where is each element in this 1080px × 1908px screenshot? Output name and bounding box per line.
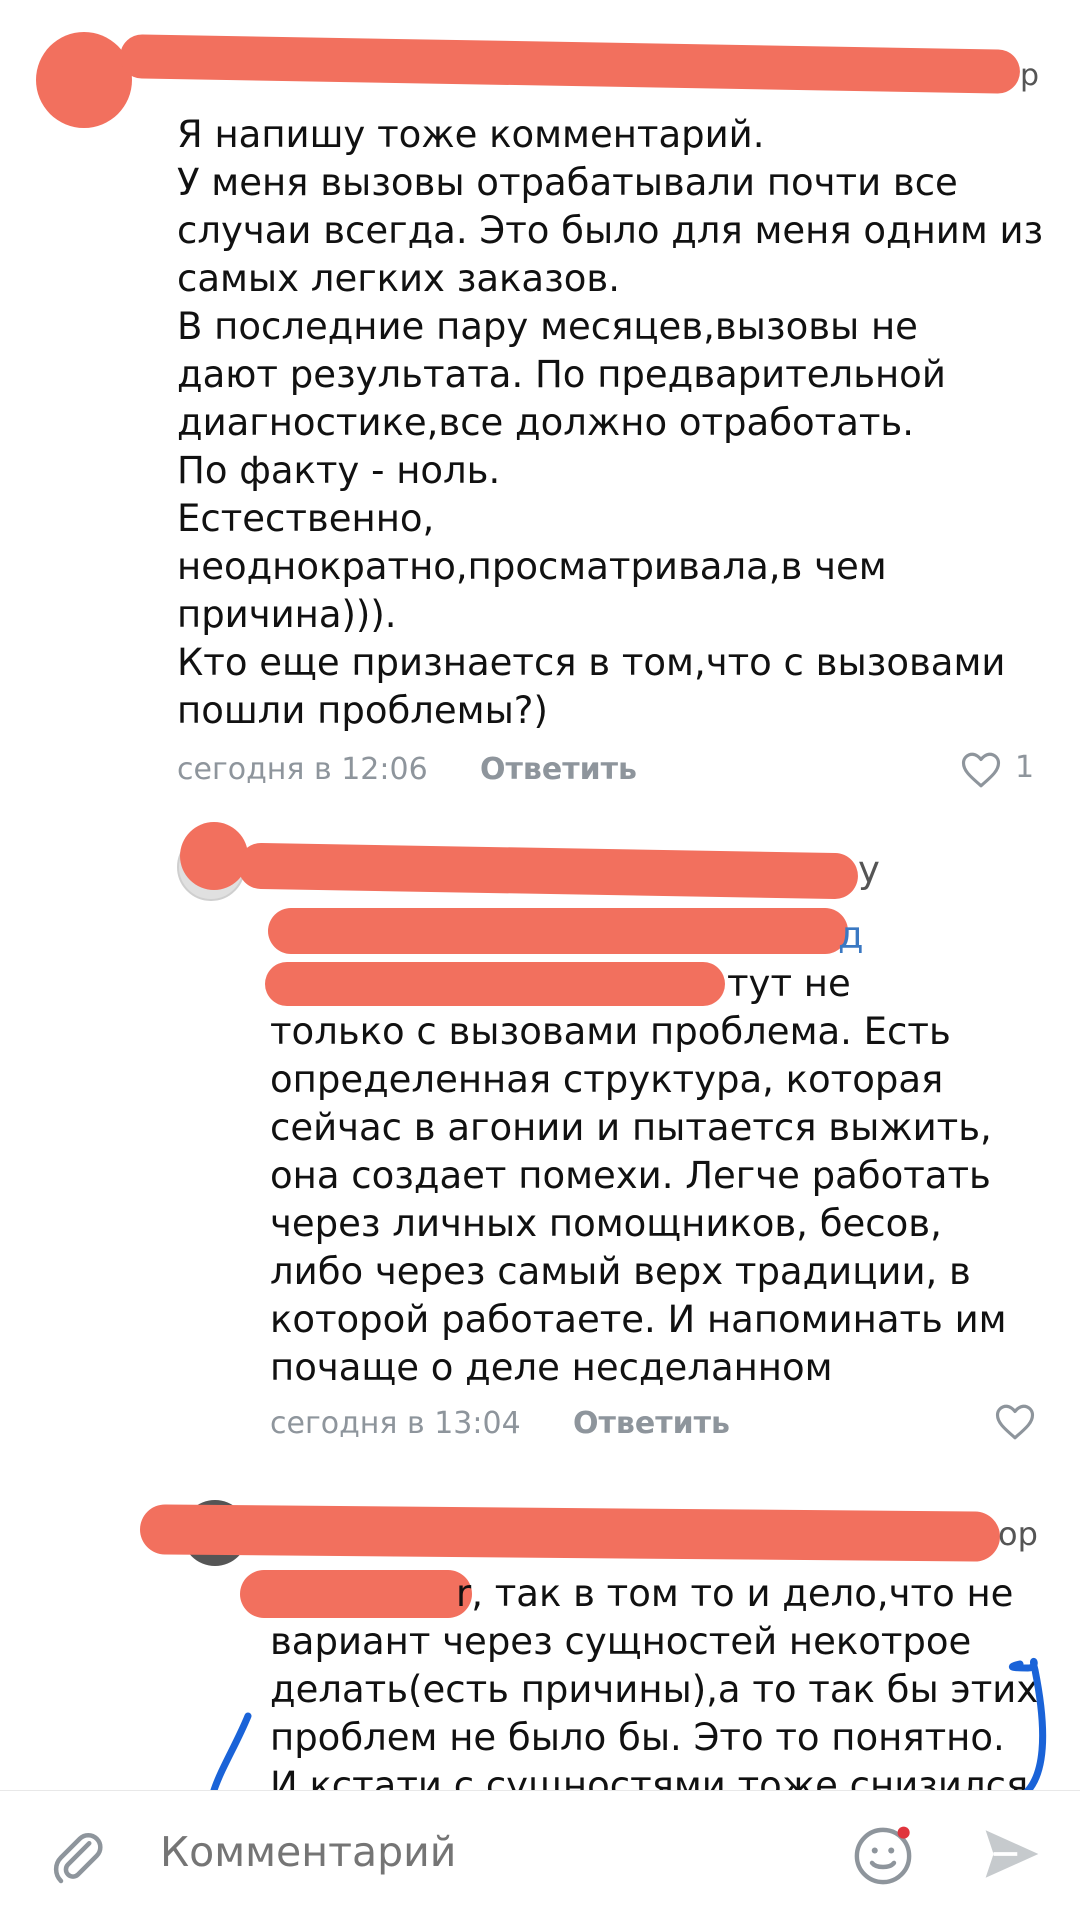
comment-time: сегодня в 13:04: [270, 1406, 521, 1441]
comment-line: случаи всегда. Это было для меня одним и…: [177, 209, 1044, 252]
like-count: 1: [1015, 750, 1035, 785]
reply-button[interactable]: Ответить: [480, 752, 637, 787]
redacted-mention: [265, 962, 725, 1006]
comment-line: дают результата. По предварительной: [177, 353, 946, 396]
comment-line: причина))).: [177, 593, 397, 636]
comment-line: Кто еще признается в том,что с вызовами: [177, 641, 1006, 684]
author-suffix: у: [858, 848, 880, 891]
comment-line: через личных помощников, бесов,: [270, 1202, 942, 1245]
comment-line: либо через самый верх традиции, в: [270, 1250, 971, 1293]
comment-text: Я напишу тоже комментарий. У меня вызовы…: [177, 111, 1057, 735]
reply-first-line-tail: тут не: [727, 962, 851, 1005]
redacted-avatar: [180, 822, 248, 890]
avatar[interactable]: [36, 32, 132, 128]
author-suffix: р: [1020, 58, 1040, 93]
redacted-author-name: [119, 34, 1021, 94]
comment-line: самых легких заказов.: [177, 257, 620, 300]
comment-line: она создает помехи. Легче работать: [270, 1154, 991, 1197]
like-button[interactable]: 1: [960, 748, 1060, 792]
sticker-smile-icon: [854, 1826, 912, 1885]
redacted-author-name: [237, 842, 859, 900]
comment-line: По факту - ноль.: [177, 449, 501, 492]
comment-line: неоднократно,просматривала,в чем: [177, 545, 887, 588]
comment-text: r, так в том то и дело,что не вариант че…: [270, 1570, 1060, 1800]
reply-button[interactable]: Ответить: [573, 1406, 730, 1441]
author-suffix: ор: [998, 1515, 1038, 1553]
redacted-author-name: [139, 1504, 1001, 1562]
comment-line-text: r, так в том то и дело,что не: [456, 1572, 1014, 1615]
comment-line: определенная структура, которая: [270, 1058, 944, 1101]
sticker-button[interactable]: [850, 1823, 916, 1889]
heart-icon: [995, 1404, 1035, 1440]
comment-line: проблем не было бы. Это то понятно.: [270, 1716, 1005, 1759]
paperclip-icon[interactable]: [48, 1827, 108, 1887]
comment-line: r, так в том то и дело,что не: [270, 1570, 1060, 1618]
send-icon[interactable]: [980, 1825, 1044, 1883]
redacted-mention: [268, 908, 848, 954]
comment-line: вариант через сущностей некотрое: [270, 1620, 972, 1663]
comment-line: только с вызовами проблема. Есть: [270, 1010, 951, 1053]
comment-text: только с вызовами проблема. Есть определ…: [270, 1008, 1060, 1392]
comment-line: сейчас в агонии и пытается выжить,: [270, 1106, 992, 1149]
comment-line: У меня вызовы отрабатывали почти все: [177, 161, 958, 204]
heart-icon: [961, 752, 1001, 788]
comment-line: делать(есть причины),а то так бы этих: [270, 1668, 1039, 1711]
comment-line: Я напишу тоже комментарий.: [177, 113, 765, 156]
comment-line: Естественно,: [177, 497, 435, 540]
comment-line: которой работаете. И напоминать им: [270, 1298, 1007, 1341]
link-suffix: д: [838, 914, 864, 957]
comment-line: почаще о деле несделанном: [270, 1346, 833, 1389]
comment-line: пошли проблемы?): [177, 689, 548, 732]
comment-composer: [0, 1790, 1080, 1908]
like-button[interactable]: [994, 1400, 1040, 1444]
comment-line: В последние пару месяцев,вызовы не: [177, 305, 918, 348]
comment-input[interactable]: [158, 1821, 812, 1883]
comment-line: диагностике,все должно отработать.: [177, 401, 915, 444]
comment-time: сегодня в 12:06: [177, 752, 428, 787]
